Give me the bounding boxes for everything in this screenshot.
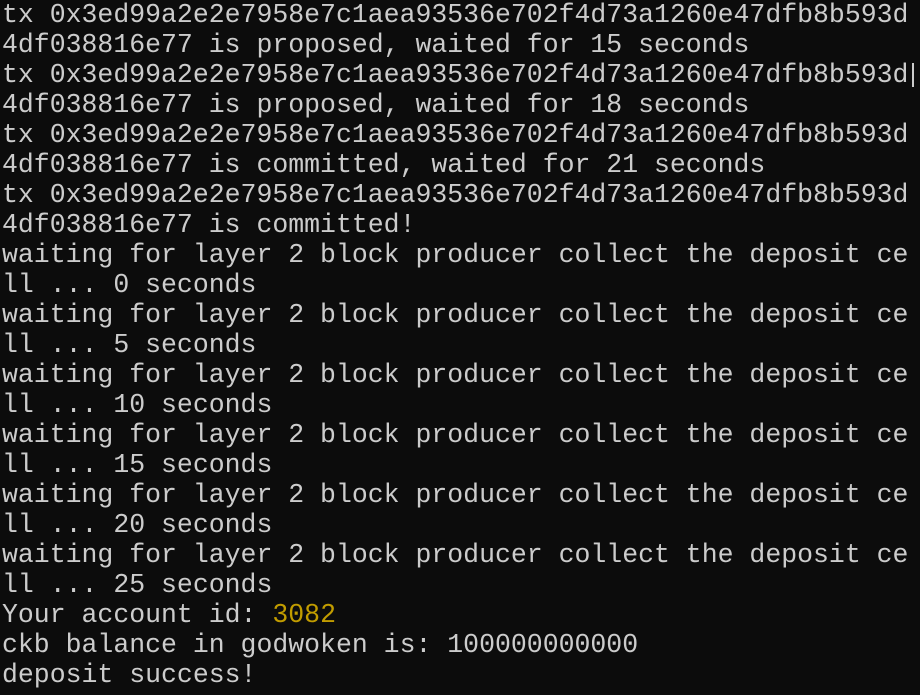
output-line: waiting for layer 2 block producer colle…	[2, 240, 909, 270]
output-line: waiting for layer 2 block producer colle…	[2, 480, 909, 510]
account-id-line: Your account id: 3082	[2, 600, 908, 630]
account-id-value: 3082	[272, 600, 336, 630]
terminal-output: tx 0x3ed99a2e2e7958e7c1aea93536e702f4d73…	[2, 0, 908, 690]
output-line: 4df038816e77 is committed!	[2, 210, 416, 240]
output-line: tx 0x3ed99a2e2e7958e7c1aea93536e702f4d73…	[2, 60, 909, 90]
output-line: ll ... 0 seconds	[2, 270, 257, 300]
output-line: ll ... 5 seconds	[2, 330, 257, 360]
output-line: waiting for layer 2 block producer colle…	[2, 420, 909, 450]
output-line: tx 0x3ed99a2e2e7958e7c1aea93536e702f4d73…	[2, 0, 909, 30]
balance-line: ckb balance in godwoken is: 100000000000	[2, 630, 639, 660]
output-line: 4df038816e77 is proposed, waited for 18 …	[2, 90, 750, 120]
output-line: ll ... 20 seconds	[2, 510, 273, 540]
output-line: 4df038816e77 is proposed, waited for 15 …	[2, 30, 750, 60]
output-line: tx 0x3ed99a2e2e7958e7c1aea93536e702f4d73…	[2, 120, 909, 150]
output-line: ll ... 25 seconds	[2, 570, 273, 600]
output-line: waiting for layer 2 block producer colle…	[2, 540, 909, 570]
output-line: 4df038816e77 is committed, waited for 21…	[2, 150, 766, 180]
account-id-label: Your account id:	[2, 600, 273, 630]
output-line: waiting for layer 2 block producer colle…	[2, 360, 909, 390]
success-line: deposit success!	[2, 660, 257, 690]
terminal-window[interactable]: tx 0x3ed99a2e2e7958e7c1aea93536e702f4d73…	[0, 0, 920, 695]
text-cursor	[912, 63, 914, 87]
output-line: waiting for layer 2 block producer colle…	[2, 300, 909, 330]
output-line: tx 0x3ed99a2e2e7958e7c1aea93536e702f4d73…	[2, 180, 909, 210]
output-line: ll ... 10 seconds	[2, 390, 273, 420]
output-line: ll ... 15 seconds	[2, 450, 273, 480]
